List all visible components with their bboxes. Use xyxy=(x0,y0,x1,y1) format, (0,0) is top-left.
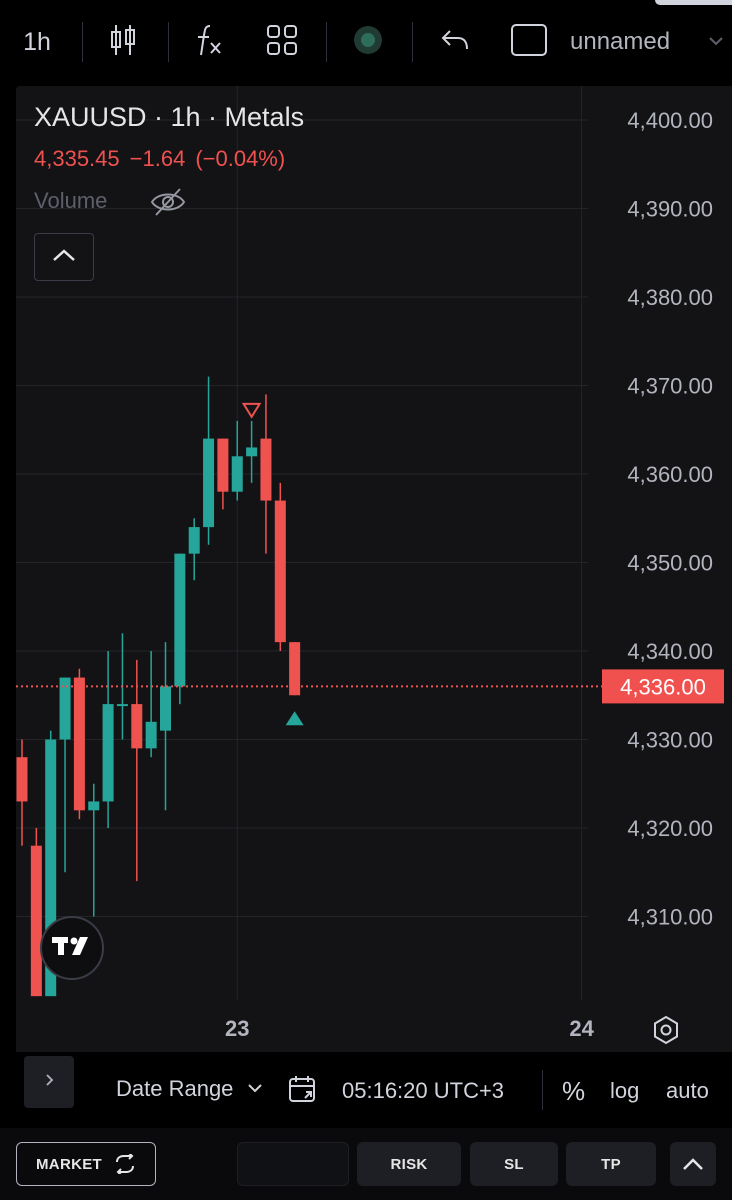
current-price-tag: 4,336.00 xyxy=(602,669,724,704)
chevron-right-icon xyxy=(44,1073,54,1092)
candle-body xyxy=(88,801,100,811)
tradingview-logo-icon xyxy=(52,935,92,962)
price-axis-label: 4,360.00 xyxy=(627,462,713,487)
collapse-legend-button[interactable] xyxy=(34,233,94,281)
candle-body xyxy=(217,438,229,492)
go-to-date-button[interactable] xyxy=(288,1074,318,1109)
expand-trade-panel-button[interactable] xyxy=(670,1142,716,1186)
candle-body xyxy=(203,438,215,528)
volume-visibility-toggle[interactable] xyxy=(150,186,186,223)
chevron-up-icon xyxy=(682,1157,704,1171)
date-range-selector[interactable]: Date Range xyxy=(116,1076,263,1102)
price-axis-label: 4,390.00 xyxy=(627,197,713,222)
risk-button[interactable]: RISK xyxy=(357,1142,461,1186)
candle-body xyxy=(145,721,157,749)
price-axis[interactable]: 4,400.00 4,390.00 4,380.00 4,370.00 4,360.00… xyxy=(627,108,713,930)
candle-body xyxy=(188,527,200,554)
price-axis-label: 4,330.00 xyxy=(627,728,713,753)
candle-body xyxy=(131,704,143,749)
percent-scale-toggle[interactable]: % xyxy=(562,1076,585,1107)
price-change: −1.64 xyxy=(129,146,186,171)
price-axis-label: 4,350.00 xyxy=(627,551,713,576)
market-order-label: MARKET xyxy=(36,1155,102,1173)
symbol-legend-title[interactable]: XAUUSD · 1h · Metals xyxy=(34,102,304,133)
price-axis-label: 4,340.00 xyxy=(627,639,713,664)
candle-body xyxy=(73,677,85,811)
candle-body xyxy=(102,704,114,802)
candle-body xyxy=(30,845,42,997)
log-scale-toggle[interactable]: log xyxy=(610,1078,639,1104)
price-axis-label: 4,320.00 xyxy=(627,816,713,841)
price-quote: 4,335.45 −1.64 (−0.04%) xyxy=(34,146,295,172)
candle-body xyxy=(246,447,258,457)
market-order-button[interactable]: MARKET xyxy=(16,1142,156,1186)
date-range-label: Date Range xyxy=(116,1076,234,1101)
take-profit-button[interactable]: TP xyxy=(566,1142,656,1186)
auto-scale-toggle[interactable]: auto xyxy=(666,1078,709,1104)
price-axis-label: 4,380.00 xyxy=(627,285,713,310)
stop-loss-button[interactable]: SL xyxy=(470,1142,558,1186)
candle-body xyxy=(174,553,186,687)
sell-marker-icon xyxy=(241,402,262,419)
time-axis-label: 24 xyxy=(569,1016,594,1041)
utc-clock[interactable]: 05:16:20 UTC+3 xyxy=(342,1078,504,1104)
buy-marker-icon xyxy=(285,711,304,726)
price-axis-label: 4,370.00 xyxy=(627,374,713,399)
candle-body xyxy=(160,686,171,731)
candle-body xyxy=(260,438,272,501)
candle-body xyxy=(116,704,128,707)
candle-body xyxy=(289,642,301,696)
bottom-bar: Date Range 05:16:20 UTC+3 % log auto xyxy=(0,1052,732,1128)
price-axis-label: 4,400.00 xyxy=(627,108,713,133)
expand-panel-button[interactable] xyxy=(24,1056,74,1108)
chevron-up-icon xyxy=(52,248,76,267)
price-axis-label: 4,310.00 xyxy=(627,905,713,930)
candle-body xyxy=(16,757,28,802)
chevron-down-icon xyxy=(247,1080,263,1098)
chart-settings-button[interactable] xyxy=(650,1014,682,1051)
quantity-input[interactable] xyxy=(237,1142,349,1186)
time-axis-label: 23 xyxy=(225,1016,249,1041)
time-axis[interactable]: 23 24 xyxy=(225,1016,595,1041)
settings-hexagon-icon xyxy=(650,1015,682,1050)
tradingview-logo[interactable] xyxy=(40,916,104,980)
current-price-label: 4,336.00 xyxy=(620,674,706,699)
volume-indicator-label[interactable]: Volume xyxy=(34,188,107,214)
stop-loss-label: SL xyxy=(504,1155,524,1173)
eye-hidden-icon xyxy=(150,188,186,222)
candle-body xyxy=(231,456,243,492)
risk-label: RISK xyxy=(390,1155,428,1173)
price-change-percent: (−0.04%) xyxy=(195,146,286,171)
take-profit-label: TP xyxy=(601,1155,621,1173)
last-price: 4,335.45 xyxy=(34,146,120,171)
swap-arrows-icon xyxy=(114,1154,136,1174)
candle-body xyxy=(274,500,286,643)
trade-bar: MARKET RISK SL TP xyxy=(0,1128,732,1200)
calendar-arrow-icon xyxy=(288,1076,318,1108)
chart-grid xyxy=(16,86,588,1000)
bottom-divider xyxy=(542,1070,543,1110)
